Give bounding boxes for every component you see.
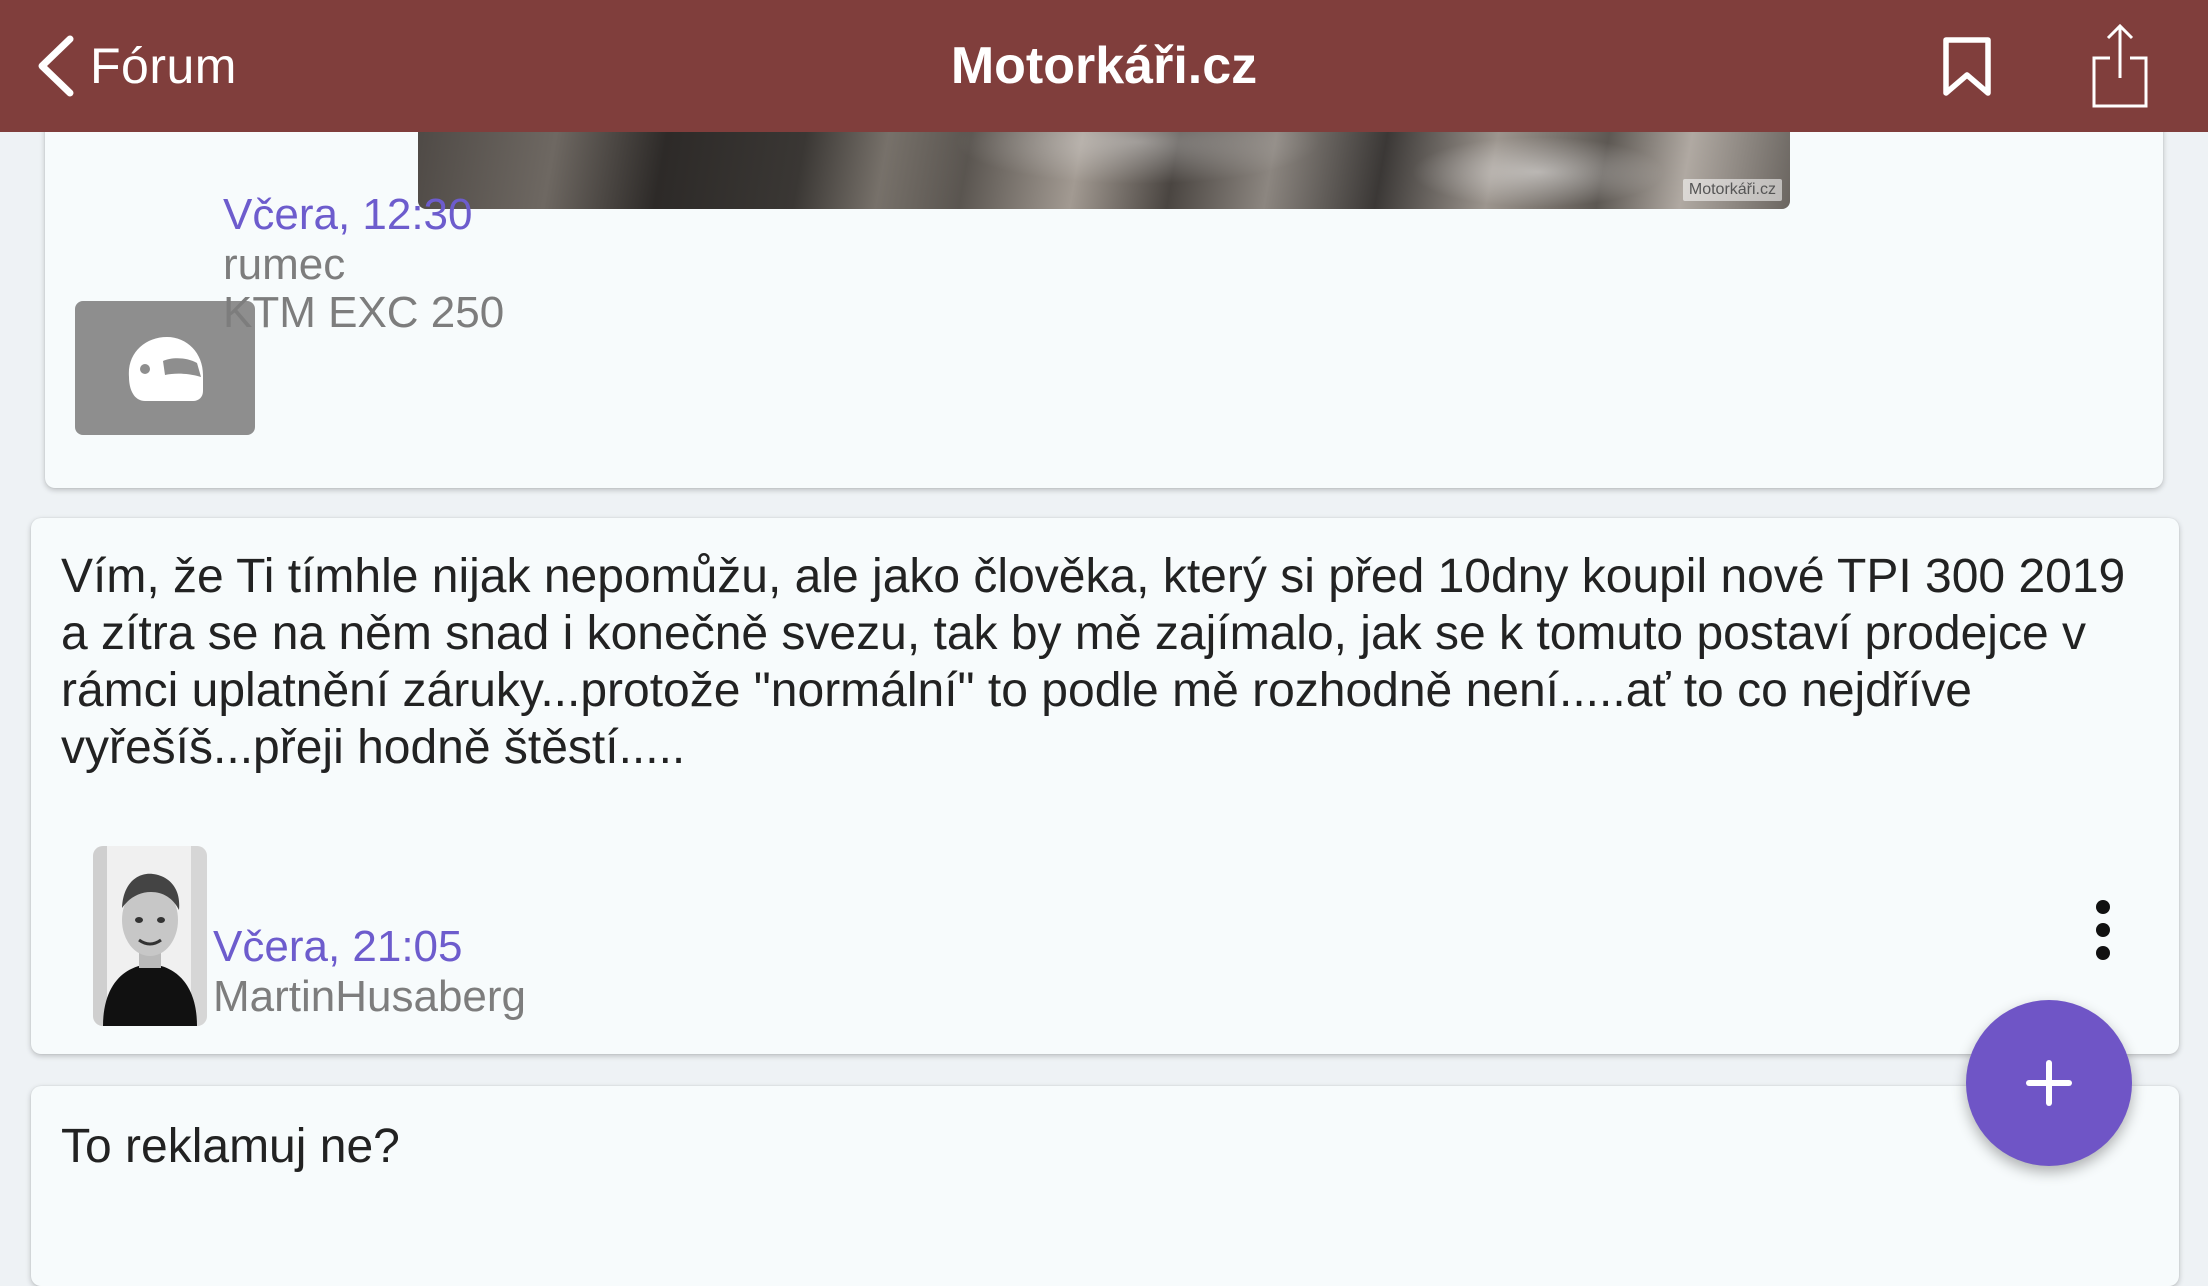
post-card: Motorkáři.cz Včera, 12:30 rumec KTM EXC … [45,110,2163,488]
post-text: To reklamuj ne? [61,1120,400,1173]
back-button-label: Fórum [90,38,237,94]
add-post-button[interactable] [1966,1000,2132,1166]
post-date: Včera, 21:05 [213,922,463,971]
post-card: To reklamuj ne? [31,1086,2179,1286]
post-image[interactable]: Motorkáři.cz [418,132,1790,209]
post-author[interactable]: MartinHusaberg [213,972,526,1022]
back-button[interactable]: Fórum [34,30,237,102]
post-text: Vím, že Ti tímhle nijak nepomůžu, ale ja… [61,550,2126,774]
chevron-left-icon [38,35,74,97]
post-date: Včera, 12:30 [223,190,473,239]
post-author[interactable]: rumec [223,240,345,290]
user-photo [93,846,207,1026]
avatar[interactable] [93,846,207,1026]
more-options-button[interactable] [2086,900,2120,972]
share-button[interactable] [2090,22,2150,110]
post-card: Vím, že Ti tímhle nijak nepomůžu, ale ja… [31,518,2179,1054]
helmet-icon [128,337,203,401]
top-navigation-bar: Fórum Motorkáři.cz [0,0,2208,132]
author-bike: KTM EXC 250 [223,288,505,337]
page-title: Motorkáři.cz [950,37,1258,95]
share-icon [2092,23,2148,108]
plus-icon [2026,1060,2072,1106]
bookmark-button[interactable] [1940,36,1994,98]
more-vertical-icon [2086,900,2120,960]
bookmark-icon [1943,37,1991,96]
image-watermark: Motorkáři.cz [1682,179,1782,201]
